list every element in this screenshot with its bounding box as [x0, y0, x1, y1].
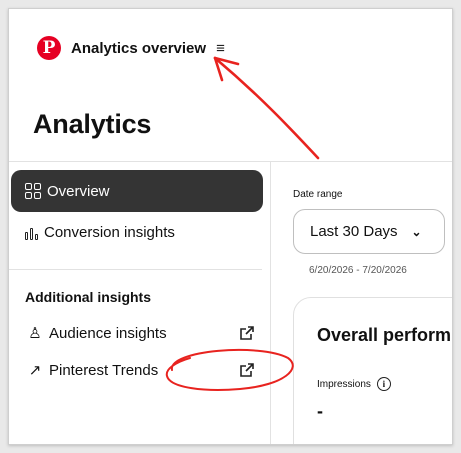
info-icon[interactable]: i — [376, 377, 391, 391]
overall-performance-title: Overall perform — [317, 325, 452, 345]
impressions-label-text: Impressions — [317, 378, 371, 390]
sidebar-item-conversion-insights[interactable]: Conversion insights — [11, 211, 263, 253]
sidebar-item-pinterest-trends[interactable]: ↗ Pinterest Trends — [25, 361, 255, 379]
trend-arrow-icon: ↗ — [28, 362, 42, 379]
impressions-value: - — [317, 401, 323, 421]
top-bar: P Analytics overview ≡ — [37, 36, 225, 60]
date-range-dropdown[interactable]: Last 30 Days ⌄ — [293, 209, 445, 254]
external-link-icon[interactable] — [239, 325, 255, 341]
impressions-label: Impressions i — [317, 377, 391, 391]
header-divider — [9, 161, 452, 162]
bar-chart-icon — [25, 224, 38, 240]
chevron-down-icon: ⌄ — [411, 224, 422, 239]
section-divider — [9, 269, 262, 270]
date-range-text: 6/20/2026 - 7/20/2026 — [309, 265, 407, 276]
sidebar-item-audience-insights[interactable]: ♙ Audience insights — [25, 324, 255, 342]
pinterest-logo-icon[interactable]: P — [37, 36, 61, 60]
overall-performance-card — [293, 297, 452, 444]
sidebar-item-overview[interactable]: Overview — [11, 170, 263, 212]
sidebar-divider — [270, 161, 271, 444]
external-link-icon[interactable] — [239, 362, 255, 378]
sidebar-item-label: Conversion insights — [44, 223, 175, 241]
date-range-value: Last 30 Days — [310, 223, 398, 240]
additional-insights-heading: Additional insights — [25, 289, 151, 305]
app-window: P Analytics overview ≡ Analytics Overvie… — [8, 8, 453, 445]
sidebar-item-label: Pinterest Trends — [49, 361, 159, 379]
date-range-label: Date range — [293, 189, 343, 200]
person-icon: ♙ — [28, 325, 42, 342]
grid-icon — [25, 183, 41, 199]
page-title: Analytics — [33, 109, 152, 139]
hamburger-menu-icon[interactable]: ≡ — [216, 40, 225, 57]
sidebar-item-label: Audience insights — [49, 324, 167, 342]
app-title: Analytics overview — [71, 39, 207, 57]
sidebar-item-label: Overview — [47, 182, 110, 200]
